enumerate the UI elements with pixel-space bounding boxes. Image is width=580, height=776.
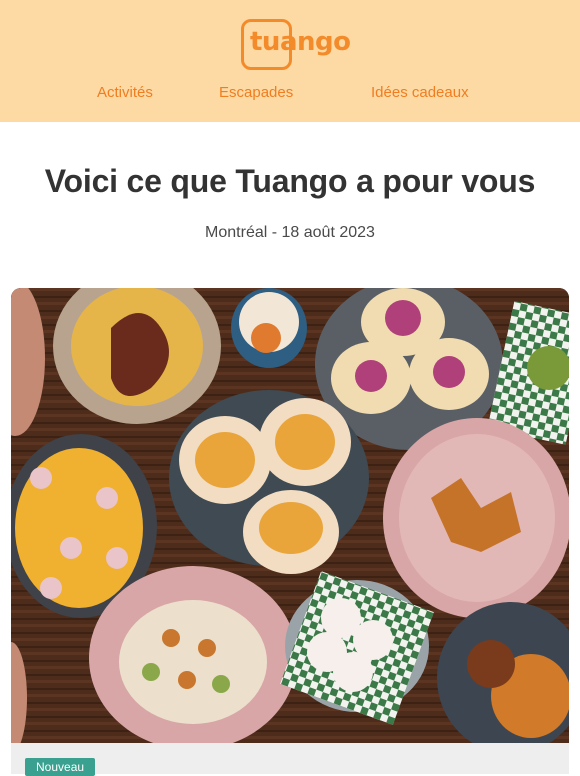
nav-link-escapades[interactable]: Escapades	[219, 84, 293, 101]
hero-image[interactable]	[11, 288, 569, 743]
tuango-logo[interactable]: tuango	[241, 19, 351, 71]
email-header: tuango Activités Escapades Idées cadeaux	[0, 0, 580, 122]
nav-link-idees-cadeaux[interactable]: Idées cadeaux	[371, 84, 469, 101]
location-date: Montréal - 18 août 2023	[205, 224, 375, 241]
nav-link-activites[interactable]: Activités	[97, 84, 153, 101]
page-title: Voici ce que Tuango a pour vous	[44, 163, 536, 199]
new-badge: Nouveau	[25, 758, 96, 776]
food-spread-illustration	[11, 288, 569, 743]
logo-text: tuango	[250, 27, 351, 57]
